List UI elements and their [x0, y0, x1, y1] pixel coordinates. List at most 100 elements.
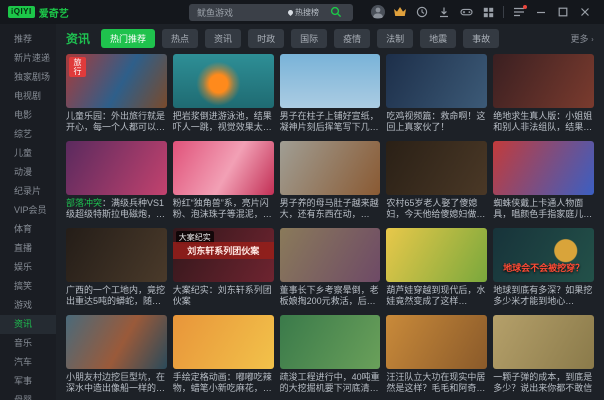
video-thumbnail[interactable] — [493, 54, 594, 108]
video-card[interactable]: 把岩浆倒进游泳池，结果吓人一跳，视觉效果太… — [172, 54, 274, 133]
tab-hot-recommend[interactable]: 热门推荐 — [101, 28, 156, 48]
minimize-icon[interactable] — [533, 4, 549, 20]
sidebar-item-games[interactable]: 游戏 — [0, 296, 56, 315]
highlighted-keyword: 部落冲突 — [66, 198, 103, 208]
video-thumbnail[interactable] — [386, 228, 488, 282]
gamepad-icon[interactable] — [458, 4, 474, 20]
sidebar-item-documentary[interactable]: 纪录片 — [0, 182, 56, 201]
sidebar-item-exclusive-theater[interactable]: 独家剧场 — [0, 68, 56, 87]
search-input[interactable] — [195, 6, 288, 18]
tab-earthquake[interactable]: 地震 — [420, 28, 457, 48]
sidebar-item-kids[interactable]: 儿童 — [0, 144, 56, 163]
video-thumbnail[interactable] — [66, 228, 167, 282]
sidebar-item-recommend[interactable]: 推荐 — [0, 30, 56, 49]
flame-icon — [286, 8, 295, 16]
thumbnail-overlay-text: 地球会不会被挖穿？ — [503, 263, 585, 273]
video-card[interactable]: 广西的一个工地内，竟挖出重达5吨的蟒蛇，随… — [66, 228, 167, 307]
vip-crown-icon[interactable] — [392, 4, 408, 20]
avatar[interactable] — [371, 5, 385, 19]
video-card[interactable]: 董事长下乡考察晕倒，老板娘掏200元救活，后… — [279, 228, 381, 307]
video-card[interactable]: 葫芦娃穿越到现代后，水娃竟然变成了这样… — [386, 228, 488, 307]
more-link[interactable]: 更多 › — [570, 32, 594, 45]
tab-politics[interactable]: 时政 — [248, 28, 285, 48]
video-card[interactable]: 农村65岁老人娶了傻媳妇，今天他给傻媳妇做… — [386, 141, 488, 220]
sidebar-item-military[interactable]: 军事 — [0, 372, 56, 391]
iqiyi-logo-icon: iQIYI — [8, 6, 35, 18]
video-thumbnail[interactable] — [66, 315, 167, 369]
video-card[interactable]: 小朋友村边挖巨型坑，在深水中造出像船一样的… — [66, 315, 167, 394]
search-icon[interactable] — [328, 4, 344, 20]
sidebar-item-live[interactable]: 直播 — [0, 239, 56, 258]
video-thumbnail[interactable] — [66, 141, 167, 195]
tab-international[interactable]: 国际 — [291, 28, 328, 48]
tab-law[interactable]: 法制 — [377, 28, 414, 48]
sidebar-item-funny[interactable]: 搞笑 — [0, 277, 56, 296]
sidebar-item-entertainment[interactable]: 娱乐 — [0, 258, 56, 277]
video-card[interactable]: 绝地求生真人版：小姐姐和别人非法组队，结果… — [493, 54, 594, 133]
video-thumbnail[interactable] — [172, 54, 274, 108]
video-title: 大案纪实：刘东轩系列团伙案 — [172, 285, 272, 306]
sidebar-item-baby[interactable]: 母婴 — [0, 391, 56, 400]
video-card[interactable]: 汪汪队立大功在现实中居然是这样？毛毛和阿奇… — [386, 315, 488, 394]
sidebar-item-anime[interactable]: 动漫 — [0, 163, 56, 182]
video-thumbnail[interactable] — [493, 141, 594, 195]
video-card[interactable]: 吃鸡视频篇：救命啊！这回上真家伙了！ — [386, 54, 488, 133]
video-thumbnail[interactable] — [279, 141, 381, 195]
sidebar-item-news[interactable]: 资讯 — [0, 315, 56, 334]
section-title: 资讯 — [66, 31, 91, 46]
video-title: 绝地求生真人版：小姐姐和别人非法组队，结果… — [493, 111, 593, 132]
sidebar-item-tv-series[interactable]: 电视剧 — [0, 87, 56, 106]
sidebar-item-music[interactable]: 音乐 — [0, 334, 56, 353]
video-thumbnail[interactable]: 大案纪实 刘东轩系列团伙案 — [172, 228, 274, 282]
history-clock-icon[interactable] — [414, 4, 430, 20]
main-content: 资讯 热门推荐 热点 资讯 时政 国际 疫情 法制 地震 事故 更多 › 旅行 … — [56, 24, 604, 400]
video-title: 男子在柱子上铺好宣纸，凝神片刻后挥笔写下几大… — [279, 111, 379, 132]
video-card[interactable]: 部落冲突：满级兵种VS1级超级特斯拉电磁炮，… — [66, 141, 167, 220]
tab-pandemic[interactable]: 疫情 — [334, 28, 371, 48]
sidebar-item-vip[interactable]: VIP会员 — [0, 201, 56, 220]
video-card[interactable]: 地球会不会被挖穿？ 地球到底有多深？如果挖多少米才能到地心… — [493, 228, 594, 307]
thumbnail-overlay-text: 刘东轩系列团伙案 — [172, 242, 274, 259]
notification-dot — [523, 5, 527, 9]
close-icon[interactable] — [577, 4, 593, 20]
tab-accidents[interactable]: 事故 — [463, 28, 500, 48]
tab-hotspot[interactable]: 热点 — [162, 28, 199, 48]
sidebar-item-cars[interactable]: 汽车 — [0, 353, 56, 372]
sidebar-item-sports[interactable]: 体育 — [0, 220, 56, 239]
video-title: 董事长下乡考察晕倒，老板娘掏200元救活，后… — [279, 285, 379, 306]
sidebar: 推荐 新片速递 独家剧场 电视剧 电影 综艺 儿童 动漫 纪录片 VIP会员 体… — [0, 24, 56, 400]
sidebar-item-variety[interactable]: 综艺 — [0, 125, 56, 144]
video-thumbnail[interactable] — [279, 54, 381, 108]
video-thumbnail[interactable]: 地球会不会被挖穿？ — [493, 228, 594, 282]
maximize-icon[interactable] — [555, 4, 571, 20]
video-thumbnail[interactable] — [172, 141, 274, 195]
video-card[interactable]: 大案纪实 刘东轩系列团伙案 大案纪实：刘东轩系列团伙案 — [172, 228, 274, 307]
video-card[interactable]: 男子在柱子上铺好宣纸，凝神片刻后挥笔写下几大… — [279, 54, 381, 133]
apps-grid-icon[interactable] — [480, 4, 496, 20]
video-card[interactable]: 蜘蛛侠戴上卡通人物面具，唱颜色手指家庭儿… — [493, 141, 594, 220]
search-bar[interactable]: 热搜榜 — [189, 3, 353, 21]
video-card[interactable]: 男子养的母马肚子越来越大，还有东西在动，… — [279, 141, 381, 220]
tab-news[interactable]: 资讯 — [205, 28, 242, 48]
video-card[interactable]: 旅行 儿童乐园：外出旅行就是开心，每一个人都可以… — [66, 54, 167, 133]
travel-badge: 旅行 — [69, 57, 86, 77]
video-card[interactable]: 手绘定格动画：嘟嘟吃辣物，蜡笔小新吃麻花，… — [172, 315, 274, 394]
video-thumbnail[interactable] — [386, 141, 488, 195]
sidebar-item-new-releases[interactable]: 新片速递 — [0, 49, 56, 68]
video-thumbnail[interactable] — [279, 228, 381, 282]
video-title: 一颗子弹的成本，到底是多少？说出来你都不敢信 — [493, 372, 593, 393]
sidebar-item-movies[interactable]: 电影 — [0, 106, 56, 125]
video-thumbnail[interactable] — [386, 315, 488, 369]
hot-search-link[interactable]: 热搜榜 — [286, 7, 319, 18]
video-thumbnail[interactable] — [386, 54, 488, 108]
video-card[interactable]: 粉红“独角兽”系，亮片闪粉、泡沫珠子等混泥，… — [172, 141, 274, 220]
video-thumbnail[interactable] — [279, 315, 381, 369]
video-card[interactable]: 疏浚工程进行中，40吨重的大挖掘机要下河底清… — [279, 315, 381, 394]
video-thumbnail[interactable] — [493, 315, 594, 369]
menu-icon[interactable] — [511, 4, 527, 20]
video-card[interactable]: 一颗子弹的成本，到底是多少？说出来你都不敢信 — [493, 315, 594, 394]
video-thumbnail[interactable]: 旅行 — [66, 54, 167, 108]
download-icon[interactable] — [436, 4, 452, 20]
video-title: 疏浚工程进行中，40吨重的大挖掘机要下河底清… — [279, 372, 380, 393]
video-thumbnail[interactable] — [172, 315, 274, 369]
